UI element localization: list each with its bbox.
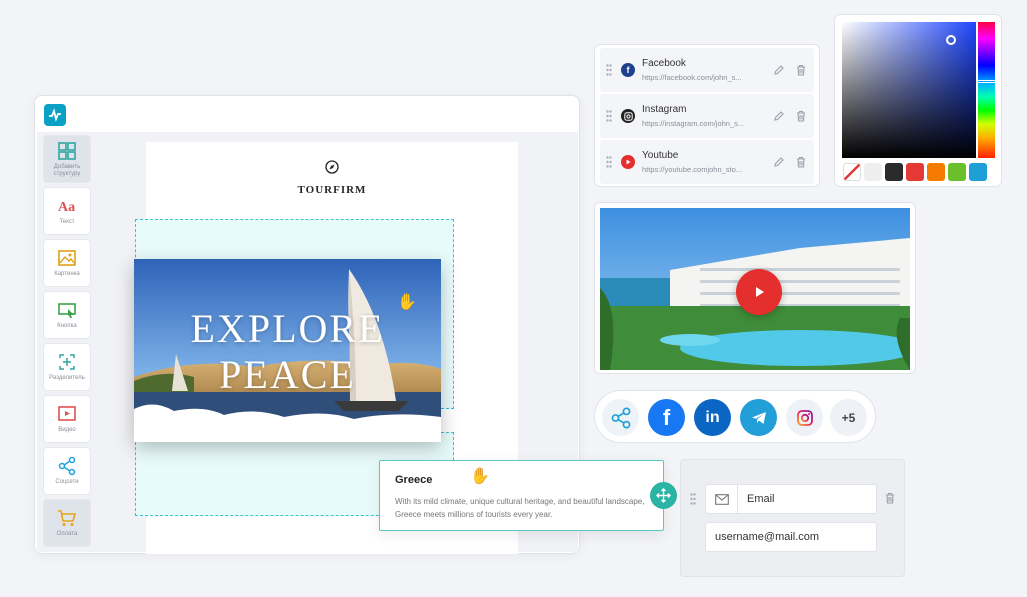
email-field-panel: Email (680, 459, 905, 577)
tool-button[interactable]: Кнопка (43, 291, 91, 339)
tool-label: Добавить структуру (53, 163, 81, 177)
compass-icon (325, 160, 339, 174)
tool-label: Текст (59, 219, 75, 225)
tool-social[interactable]: Соцсети (43, 447, 91, 495)
hero-title-line2: PEACE (219, 352, 356, 397)
button-icon (58, 303, 76, 318)
social-url: https://youtube.comjohn_sto... (642, 165, 743, 174)
facebook-share-button[interactable]: f (648, 399, 685, 436)
youtube-icon (621, 155, 635, 169)
drag-handle-icon[interactable] (606, 64, 612, 76)
trash-icon[interactable] (795, 156, 807, 168)
social-link-row[interactable]: Youtube https://youtube.comjohn_sto... (600, 140, 814, 184)
drag-handle-icon[interactable] (606, 156, 612, 168)
swatch-none[interactable] (843, 163, 861, 181)
social-url: https://instagram.com/john_s... (642, 119, 745, 128)
hero-title-line1: EXPLORE (190, 306, 385, 351)
block-toolbar: Добавить структуру Aa Текст Картинка Кно… (43, 135, 93, 551)
social-name: Facebook (642, 58, 686, 69)
envelope-icon (706, 485, 738, 513)
saturation-value-area[interactable] (842, 22, 976, 158)
instagram-icon (796, 409, 813, 426)
linkedin-share-button[interactable]: in (694, 399, 731, 436)
tool-label: Оплата (56, 531, 78, 537)
facebook-icon: f (621, 63, 635, 77)
swatch-color[interactable] (906, 163, 924, 181)
social-link-row[interactable]: f Facebook https://facebook.com/john_s..… (600, 48, 814, 92)
telegram-share-button[interactable] (740, 399, 777, 436)
trash-icon[interactable] (795, 64, 807, 76)
grab-hand-icon: ✋ (397, 294, 417, 311)
greece-text-block[interactable]: Greece With its mild climate, unique cul… (379, 460, 664, 531)
social-name: Youtube (642, 150, 679, 161)
move-handle-button[interactable] (650, 482, 677, 509)
grid-icon (58, 141, 76, 160)
grab-hand-icon: ✋ (470, 468, 490, 485)
tool-add-structure[interactable]: Добавить структуру (43, 135, 91, 183)
swatch-color[interactable] (885, 163, 903, 181)
brand-header: TOURFIRM (146, 160, 518, 198)
email-input[interactable] (705, 522, 877, 552)
brand-name: TOURFIRM (297, 184, 367, 196)
play-icon (756, 287, 764, 297)
more-count: +5 (841, 410, 856, 425)
tool-video[interactable]: Видео (43, 395, 91, 443)
email-label-field[interactable]: Email (705, 484, 877, 514)
tool-payment[interactable]: Оплата (43, 499, 91, 547)
tool-label: Кнопка (57, 323, 77, 329)
drag-handle-icon[interactable] (690, 493, 696, 505)
cart-icon (58, 510, 77, 526)
tool-text[interactable]: Aa Текст (43, 187, 91, 235)
social-link-row[interactable]: Instagram https://instagram.com/john_s..… (600, 94, 814, 138)
telegram-icon (751, 411, 766, 424)
swatch-color[interactable] (969, 163, 987, 181)
tool-divider[interactable]: Разделитель (43, 343, 91, 391)
color-picker (834, 14, 1002, 187)
social-name: Instagram (642, 104, 687, 115)
social-links-panel: f Facebook https://facebook.com/john_s..… (594, 44, 820, 187)
instagram-icon (621, 109, 635, 123)
facebook-icon: f (662, 404, 671, 430)
text-icon: Aa (58, 200, 75, 215)
tool-image[interactable]: Картинка (43, 239, 91, 287)
social-url: https://facebook.com/john_s... (642, 73, 742, 82)
hero-image-block[interactable]: EXPLORE PEACE (134, 259, 441, 442)
greece-title: Greece (395, 474, 433, 486)
linkedin-icon: in (705, 408, 720, 426)
play-button[interactable] (736, 269, 782, 315)
pencil-icon[interactable] (773, 156, 785, 168)
more-networks-button[interactable]: +5 (830, 399, 867, 436)
tool-label: Картинка (54, 271, 80, 277)
video-block[interactable] (594, 202, 916, 374)
video-thumbnail (600, 208, 910, 370)
email-label-text: Email (747, 493, 775, 505)
tool-label: Соцсети (55, 479, 79, 485)
swatch-color[interactable] (948, 163, 966, 181)
app-logo-icon (44, 104, 66, 126)
tool-label: Видео (58, 427, 76, 433)
trash-icon[interactable] (795, 110, 807, 122)
move-arrows-icon (656, 488, 671, 503)
trash-icon[interactable] (884, 492, 896, 504)
hue-slider[interactable] (977, 22, 996, 158)
social-share-bar: f in +5 (594, 390, 876, 443)
color-swatches (843, 163, 987, 181)
pencil-icon[interactable] (773, 64, 785, 76)
tool-label: Разделитель (49, 375, 85, 381)
divider-icon (59, 354, 75, 370)
image-icon (58, 250, 76, 266)
video-icon (58, 406, 76, 421)
drag-handle-icon[interactable] (606, 110, 612, 122)
svg-text:Aa: Aa (58, 200, 75, 215)
hue-marker[interactable] (977, 80, 996, 83)
pencil-icon[interactable] (773, 110, 785, 122)
share-icon (58, 456, 76, 476)
greece-description: With its mild climate, unique cultural h… (395, 497, 645, 519)
share-icon (611, 406, 630, 429)
instagram-share-button[interactable] (786, 399, 823, 436)
swatch-color[interactable] (927, 163, 945, 181)
share-button[interactable] (602, 399, 639, 436)
swatch-color[interactable] (864, 163, 882, 181)
color-knob[interactable] (946, 35, 956, 45)
